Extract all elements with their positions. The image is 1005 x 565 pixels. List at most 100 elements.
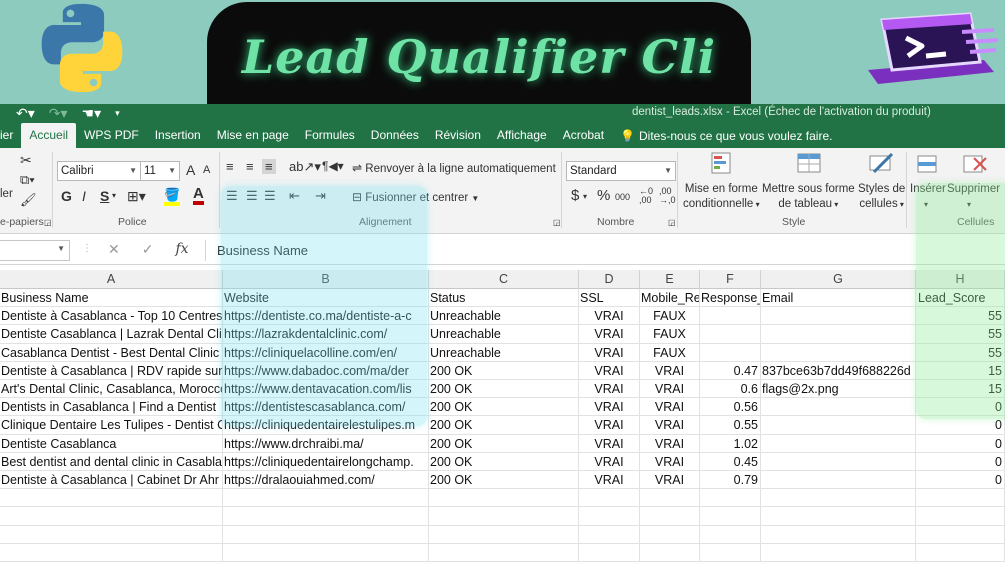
- cell-e[interactable]: FAUX: [640, 307, 700, 326]
- cell-b[interactable]: [223, 543, 429, 562]
- column-header-b[interactable]: B: [223, 270, 429, 289]
- tab-wps-pdf[interactable]: WPS PDF: [76, 123, 147, 148]
- cell-d[interactable]: SSL: [579, 289, 640, 307]
- cell-h[interactable]: 0: [916, 434, 1005, 453]
- cell-c[interactable]: Unreachable: [429, 307, 579, 326]
- align-middle-icon[interactable]: ≡: [246, 159, 254, 174]
- redo-icon[interactable]: ↷▾: [49, 105, 68, 121]
- column-header-a[interactable]: A: [0, 270, 223, 289]
- cell-e[interactable]: [640, 525, 700, 544]
- cell-a[interactable]: [0, 525, 223, 544]
- copy-icon[interactable]: ⧉▾: [20, 172, 35, 188]
- cell-h[interactable]: 55: [916, 343, 1005, 362]
- cell-g[interactable]: [761, 452, 916, 471]
- cell-h[interactable]: [916, 489, 1005, 508]
- cell-f[interactable]: [700, 507, 761, 526]
- cell-g[interactable]: [761, 543, 916, 562]
- cell-g[interactable]: [761, 398, 916, 417]
- cell-e[interactable]: FAUX: [640, 343, 700, 362]
- cell-g[interactable]: [761, 343, 916, 362]
- cell-d[interactable]: [579, 543, 640, 562]
- insert-function-button[interactable]: fx: [175, 241, 188, 258]
- cell-f[interactable]: [700, 525, 761, 544]
- tab-home[interactable]: Accueil: [21, 123, 77, 148]
- cell-d[interactable]: VRAI: [579, 434, 640, 453]
- tab-formulas[interactable]: Formules: [297, 123, 363, 148]
- conditional-formatting-button[interactable]: Mise en forme conditionnelle ▾: [683, 182, 760, 212]
- tab-insert[interactable]: Insertion: [147, 123, 209, 148]
- shrink-font-button[interactable]: A: [203, 164, 210, 176]
- cell-f[interactable]: 0.47: [700, 361, 761, 380]
- cell-h[interactable]: [916, 543, 1005, 562]
- cell-b[interactable]: https://cliniquedentairelestulipes.m: [223, 416, 429, 435]
- underline-button[interactable]: S: [100, 188, 109, 204]
- cell-f[interactable]: 0.79: [700, 471, 761, 489]
- align-top-icon[interactable]: ≡: [226, 159, 234, 174]
- column-header-e[interactable]: E: [640, 270, 700, 289]
- italic-button[interactable]: I: [82, 188, 86, 204]
- cell-d[interactable]: VRAI: [579, 307, 640, 326]
- cell-c[interactable]: Unreachable: [429, 325, 579, 344]
- cell-c[interactable]: [429, 525, 579, 544]
- cell-e[interactable]: FAUX: [640, 325, 700, 344]
- cell-b[interactable]: https://cliniquelacolline.com/en/: [223, 343, 429, 362]
- align-center-icon[interactable]: ☰: [246, 188, 258, 204]
- cell-f[interactable]: 0.56: [700, 398, 761, 417]
- cell-f[interactable]: 0.55: [700, 416, 761, 435]
- cell-e[interactable]: VRAI: [640, 416, 700, 435]
- align-bottom-icon[interactable]: ≡: [262, 159, 276, 174]
- cancel-icon[interactable]: ✕: [108, 241, 120, 258]
- touch-mode-icon[interactable]: ☚▾: [82, 105, 102, 121]
- cell-b[interactable]: https://lazrakdentalclinic.com/: [223, 325, 429, 344]
- cell-g[interactable]: [761, 507, 916, 526]
- cell-c[interactable]: [429, 543, 579, 562]
- cell-h[interactable]: [916, 507, 1005, 526]
- cell-b[interactable]: [223, 489, 429, 508]
- column-header-d[interactable]: D: [579, 270, 640, 289]
- cell-b[interactable]: [223, 525, 429, 544]
- cell-g[interactable]: [761, 434, 916, 453]
- tab-page-layout[interactable]: Mise en page: [209, 123, 297, 148]
- cell-g[interactable]: [761, 489, 916, 508]
- cell-d[interactable]: VRAI: [579, 398, 640, 417]
- cell-c[interactable]: [429, 489, 579, 508]
- cut-icon[interactable]: ✂: [20, 152, 32, 169]
- formula-input[interactable]: Business Name: [205, 240, 1005, 261]
- wrap-text-button[interactable]: ⇌ Renvoyer à la ligne automatiquement: [352, 161, 556, 175]
- cell-c[interactable]: 200 OK: [429, 434, 579, 453]
- delete-button[interactable]: Supprimer ▾: [947, 182, 1000, 212]
- cell-c[interactable]: 200 OK: [429, 380, 579, 398]
- indent-icon[interactable]: ¶◀▾: [322, 159, 344, 173]
- font-name-dropdown[interactable]: Calibri ▼: [57, 161, 141, 181]
- tab-data[interactable]: Données: [363, 123, 427, 148]
- cell-c[interactable]: 200 OK: [429, 398, 579, 417]
- cell-b[interactable]: https://dralaouiahmed.com/: [223, 471, 429, 489]
- cell-h[interactable]: 55: [916, 307, 1005, 326]
- cell-f[interactable]: 0.45: [700, 452, 761, 471]
- cell-e[interactable]: VRAI: [640, 471, 700, 489]
- column-header-g[interactable]: G: [761, 270, 916, 289]
- cell-d[interactable]: VRAI: [579, 416, 640, 435]
- cell-f[interactable]: Response_: [700, 289, 761, 307]
- cell-d[interactable]: VRAI: [579, 325, 640, 344]
- cell-b[interactable]: Website: [223, 289, 429, 307]
- enter-icon[interactable]: ✓: [142, 241, 154, 258]
- cell-c[interactable]: 200 OK: [429, 471, 579, 489]
- cell-e[interactable]: VRAI: [640, 361, 700, 380]
- thousands-button[interactable]: 000: [615, 192, 630, 202]
- cell-styles-button[interactable]: Styles de cellules ▾: [858, 182, 905, 212]
- cell-a[interactable]: Dentiste à Casablanca - Top 10 Centres: [0, 307, 223, 326]
- tab-view[interactable]: Affichage: [489, 123, 555, 148]
- cell-f[interactable]: [700, 307, 761, 326]
- dialog-launcher-icon[interactable]: ◲: [44, 218, 52, 227]
- cell-a[interactable]: Casablanca Dentist - Best Dental Clinic …: [0, 343, 223, 362]
- cell-c[interactable]: 200 OK: [429, 361, 579, 380]
- cell-h[interactable]: 15: [916, 380, 1005, 398]
- cell-g[interactable]: [761, 307, 916, 326]
- cell-a[interactable]: Dentists in Casablanca | Find a Dentist: [0, 398, 223, 417]
- cell-a[interactable]: Dentiste Casablanca: [0, 434, 223, 453]
- cell-g[interactable]: flags@2x.png: [761, 380, 916, 398]
- currency-dropdown-icon[interactable]: ▾: [583, 192, 587, 201]
- cell-a[interactable]: Best dentist and dental clinic in Casabl…: [0, 452, 223, 471]
- cell-f[interactable]: [700, 543, 761, 562]
